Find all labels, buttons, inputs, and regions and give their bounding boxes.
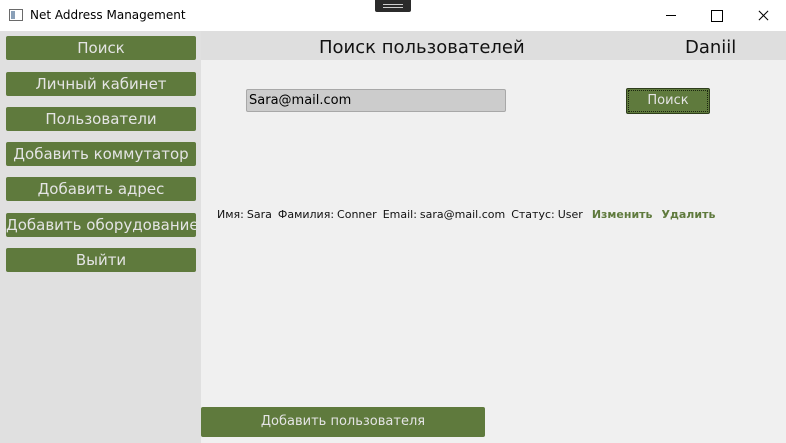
title-bar: Net Address Management (0, 0, 786, 31)
page-header: Поиск пользователей Daniil (201, 31, 786, 60)
delete-user-link[interactable]: Удалить (662, 208, 716, 221)
search-input[interactable] (246, 89, 506, 112)
edit-user-link[interactable]: Изменить (592, 208, 653, 221)
status-value: User (557, 208, 583, 221)
user-result-row: Имя: Sara Фамилия: Conner Email: sara@mail.co… (217, 208, 718, 221)
page-title: Поиск пользователей (319, 37, 525, 58)
add-user-button[interactable]: Добавить пользователя (201, 407, 485, 437)
window-title: Net Address Management (30, 8, 186, 22)
sidebar-item-search[interactable]: Поиск (6, 36, 196, 60)
sidebar-item-add-address[interactable]: Добавить адрес (6, 177, 196, 201)
status-label: Статус: (511, 208, 555, 221)
search-button[interactable]: Поиск (626, 88, 710, 114)
first-name-label: Имя: (217, 208, 244, 221)
app-icon (9, 9, 23, 21)
close-icon[interactable] (740, 0, 786, 31)
snap-grip-handle[interactable] (375, 0, 411, 12)
email-label: Email: (382, 208, 417, 221)
sidebar-item-profile[interactable]: Личный кабинет (6, 72, 196, 96)
sidebar-item-users[interactable]: Пользователи (6, 107, 196, 131)
maximize-icon[interactable] (694, 0, 740, 31)
sidebar-item-logout[interactable]: Выйти (6, 248, 196, 272)
first-name-value: Sara (246, 208, 272, 221)
current-username: Daniil (685, 37, 737, 58)
email-value: sara@mail.com (419, 208, 506, 221)
sidebar: Поиск Личный кабинет Пользователи Добави… (0, 31, 201, 443)
last-name-value: Conner (337, 208, 377, 221)
sidebar-item-add-switch[interactable]: Добавить коммутатор (6, 142, 196, 166)
sidebar-item-add-equipment[interactable]: Добавить оборудование (6, 213, 196, 237)
last-name-label: Фамилия: (277, 208, 335, 221)
minimize-icon[interactable] (648, 0, 694, 31)
main-content: Поиск Имя:Sara Фамилия:Conner Email:sara@m… (201, 60, 786, 443)
